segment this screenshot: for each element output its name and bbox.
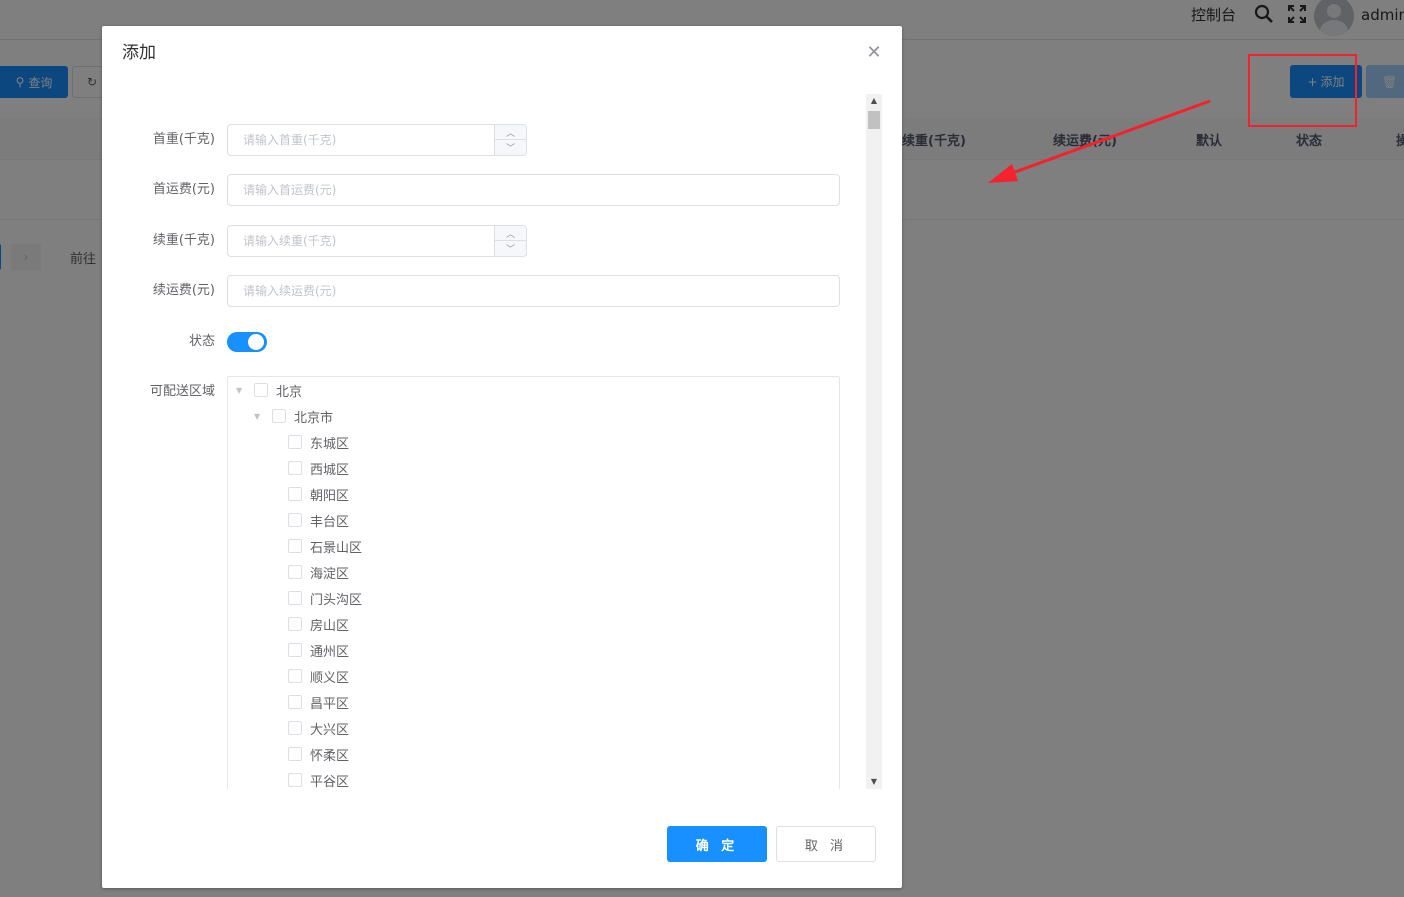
tree-checkbox[interactable] [288, 565, 302, 579]
tree-node-district[interactable]: 海淀区 [288, 559, 349, 585]
tree-node-city[interactable]: ▼ 北京市 [254, 403, 333, 429]
extra-fee-field[interactable] [227, 275, 840, 307]
tree-checkbox[interactable] [288, 461, 302, 475]
increment-button[interactable]: ︿ [495, 125, 526, 140]
tree-node-label: 昌平区 [310, 696, 350, 712]
tree-node-label: 平谷区 [310, 774, 350, 790]
tree-node-district[interactable]: 石景山区 [288, 533, 362, 559]
increment-button[interactable]: ︿ [495, 226, 526, 241]
tree-node-label: 通州区 [310, 644, 350, 660]
tree-node-district[interactable]: 丰台区 [288, 507, 349, 533]
tree-node-province[interactable]: ▼ 北京 [236, 377, 302, 403]
tree-node-district[interactable]: 东城区 [288, 429, 349, 455]
tree-checkbox[interactable] [288, 721, 302, 735]
decrement-button[interactable]: ﹀ [495, 241, 526, 256]
form-item-first-weight: 首重(千克) ︿ ﹀ [102, 124, 862, 156]
status-label: 状态 [188, 334, 215, 349]
stepper-controls: ︿ ﹀ [494, 226, 526, 256]
extra-weight-input[interactable] [228, 226, 493, 256]
form-item-extra-fee: 续运费(元) [102, 275, 862, 307]
tree-checkbox[interactable] [288, 695, 302, 709]
first-weight-input[interactable] [228, 125, 493, 155]
tree-node-label: 大兴区 [310, 722, 350, 738]
tree-checkbox[interactable] [288, 747, 302, 761]
region-tree: ▼ 北京 ▼ 北京市 东城区 西城区 朝阳区 丰台区 石景山区 海淀区 门头沟区… [227, 376, 840, 789]
tree-node-label: 海淀区 [310, 566, 350, 582]
extra-weight-stepper[interactable]: ︿ ﹀ [227, 225, 527, 257]
caret-down-icon[interactable]: ▼ [254, 412, 264, 421]
cancel-button[interactable]: 取 消 [776, 826, 876, 862]
tree-node-label: 门头沟区 [310, 592, 363, 608]
tree-checkbox[interactable] [288, 669, 302, 683]
tree-node-label: 北京 [276, 384, 303, 400]
close-icon[interactable]: ✕ [866, 44, 882, 62]
tree-node-label: 西城区 [310, 462, 350, 478]
tree-node-district[interactable]: 通州区 [288, 637, 349, 663]
dialog-body[interactable]: 首重(千克) ︿ ﹀ 首运费(元) 续重(千克) ︿ ﹀ [102, 94, 882, 789]
add-dialog: 添加 ✕ 首重(千克) ︿ ﹀ 首运费(元) 续重(千克) [102, 26, 902, 888]
stepper-controls: ︿ ﹀ [494, 125, 526, 155]
dialog-scrollbar[interactable]: ▲ ▼ [866, 94, 882, 789]
tree-node-label: 北京市 [294, 410, 334, 426]
chevron-up-icon: ︿ [505, 128, 515, 139]
tree-checkbox[interactable] [288, 591, 302, 605]
tree-node-district[interactable]: 门头沟区 [288, 585, 362, 611]
first-fee-input[interactable] [228, 175, 839, 205]
tree-node-label: 怀柔区 [310, 748, 350, 764]
tree-checkbox[interactable] [254, 383, 268, 397]
form-item-extra-weight: 续重(千克) ︿ ﹀ [102, 225, 862, 257]
form-item-regions: 可配送区域 ▼ 北京 ▼ 北京市 东城区 西城区 朝阳区 丰台区 石景山区 海淀… [102, 376, 862, 789]
tree-checkbox[interactable] [272, 409, 286, 423]
scrollbar-thumb[interactable] [868, 111, 880, 129]
tree-node-district[interactable]: 昌平区 [288, 689, 349, 715]
tree-checkbox[interactable] [288, 539, 302, 553]
tree-node-label: 房山区 [310, 618, 350, 634]
extra-fee-input[interactable] [228, 276, 839, 306]
tree-checkbox[interactable] [288, 643, 302, 657]
form-item-status: 状态 [102, 326, 862, 358]
first-weight-label: 首重(千克) [152, 132, 215, 147]
confirm-button[interactable]: 确 定 [667, 826, 767, 862]
tree-node-district[interactable]: 大兴区 [288, 715, 349, 741]
tree-checkbox[interactable] [288, 487, 302, 501]
decrement-button[interactable]: ﹀ [495, 140, 526, 155]
annotation-highlight-box [1248, 54, 1357, 127]
first-weight-stepper[interactable]: ︿ ﹀ [227, 124, 527, 156]
tree-node-label: 丰台区 [310, 514, 350, 530]
tree-node-label: 东城区 [310, 436, 350, 452]
form-item-first-fee: 首运费(元) [102, 174, 862, 206]
extra-fee-label: 续运费(元) [152, 283, 215, 298]
tree-node-district[interactable]: 顺义区 [288, 663, 349, 689]
scroll-down-icon[interactable]: ▼ [866, 775, 882, 789]
chevron-down-icon: ﹀ [505, 245, 515, 255]
first-fee-label: 首运费(元) [152, 182, 215, 197]
tree-node-district[interactable]: 西城区 [288, 455, 349, 481]
chevron-down-icon: ﹀ [505, 144, 515, 154]
tree-node-label: 朝阳区 [310, 488, 350, 504]
tree-checkbox[interactable] [288, 773, 302, 787]
tree-node-district[interactable]: 房山区 [288, 611, 349, 637]
scroll-up-icon[interactable]: ▲ [866, 94, 882, 108]
tree-checkbox[interactable] [288, 513, 302, 527]
status-switch[interactable] [227, 332, 267, 352]
chevron-up-icon: ︿ [505, 229, 515, 240]
dialog-title: 添加 [122, 43, 156, 63]
tree-checkbox[interactable] [288, 435, 302, 449]
tree-node-label: 顺义区 [310, 670, 350, 686]
tree-node-label: 石景山区 [310, 540, 363, 556]
caret-down-icon[interactable]: ▼ [236, 386, 246, 395]
tree-node-district[interactable]: 朝阳区 [288, 481, 349, 507]
first-fee-field[interactable] [227, 174, 840, 206]
tree-node-district[interactable]: 怀柔区 [288, 741, 349, 767]
tree-checkbox[interactable] [288, 617, 302, 631]
regions-label: 可配送区域 [149, 384, 215, 399]
extra-weight-label: 续重(千克) [152, 233, 215, 248]
tree-node-district[interactable]: 平谷区 [288, 767, 349, 789]
